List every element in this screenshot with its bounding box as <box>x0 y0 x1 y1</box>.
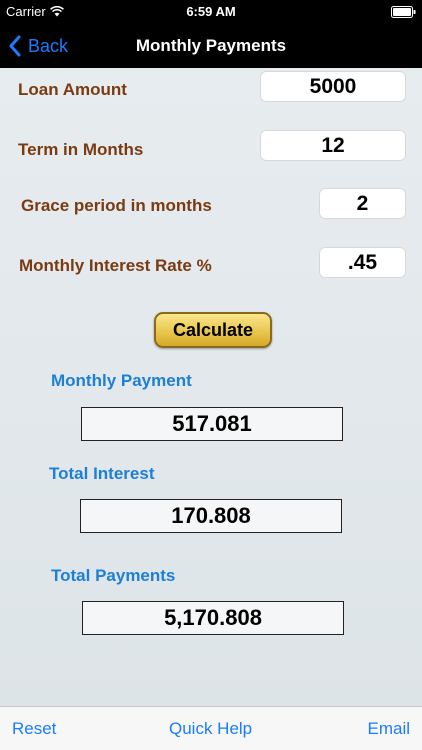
chevron-left-icon <box>9 35 21 57</box>
monthly-payment-value: 517.081 <box>81 407 343 441</box>
quick-help-button[interactable]: Quick Help <box>169 707 252 750</box>
email-button[interactable]: Email <box>367 707 410 750</box>
battery-icon <box>391 6 416 18</box>
main-content: Loan Amount Term in Months Grace period … <box>0 68 422 706</box>
back-button-label: Back <box>28 35 69 56</box>
term-months-label: Term in Months <box>18 140 144 159</box>
navigation-bar: Monthly Payments Back <box>0 24 422 68</box>
total-payments-value: 5,170.808 <box>82 601 344 635</box>
term-months-input[interactable] <box>260 130 406 161</box>
interest-rate-input[interactable] <box>319 247 406 278</box>
loan-amount-input[interactable] <box>260 71 406 102</box>
calculate-button[interactable]: Calculate <box>154 312 272 348</box>
loan-amount-label: Loan Amount <box>18 80 127 99</box>
app-screen: Carrier 6:59 AM Monthly Payments Back Lo… <box>0 0 422 750</box>
total-interest-label: Total Interest <box>49 464 155 483</box>
bottom-toolbar: Reset Quick Help Email <box>0 706 422 750</box>
monthly-payment-label: Monthly Payment <box>51 371 192 390</box>
status-time: 6:59 AM <box>186 4 236 19</box>
interest-rate-label: Monthly Interest Rate % <box>19 256 212 275</box>
back-button[interactable]: Back <box>8 24 68 68</box>
reset-button[interactable]: Reset <box>12 707 56 750</box>
grace-period-input[interactable] <box>319 188 406 219</box>
status-bar: Carrier 6:59 AM <box>0 0 422 24</box>
grace-period-label: Grace period in months <box>21 196 212 215</box>
total-interest-value: 170.808 <box>80 499 342 533</box>
total-payments-label: Total Payments <box>51 566 176 585</box>
